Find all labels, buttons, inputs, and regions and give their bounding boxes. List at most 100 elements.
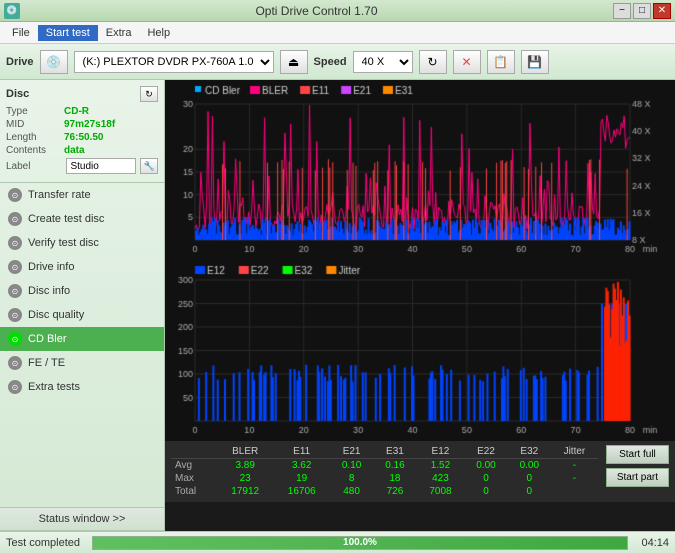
stats-cell: 1.52 <box>417 459 465 473</box>
stats-row-label: Avg <box>171 459 217 473</box>
app-icon: 💿 <box>4 3 20 19</box>
stats-area: BLER E11 E21 E31 E12 E22 E32 Jitter Avg3… <box>165 441 675 502</box>
menu-file[interactable]: File <box>4 25 38 41</box>
window-title: Opti Drive Control 1.70 <box>20 4 613 18</box>
chart1-canvas <box>165 80 675 260</box>
disc-label-icon-btn[interactable]: 🔧 <box>140 158 158 174</box>
stats-cell: 726 <box>373 485 416 498</box>
create-test-disc-icon: ⊙ <box>8 212 22 226</box>
disc-contents-label: Contents <box>6 145 64 156</box>
stats-cell: - <box>551 472 598 485</box>
minimize-button[interactable]: − <box>613 3 631 19</box>
col-bler: BLER <box>217 445 274 459</box>
drive-select[interactable]: (K:) PLEXTOR DVDR PX-760A 1.07 <box>74 51 274 73</box>
drive-label: Drive <box>6 56 34 68</box>
progress-percent: 100.0% <box>343 537 377 548</box>
stats-cell: 19 <box>273 472 330 485</box>
menu-extra[interactable]: Extra <box>98 25 140 41</box>
disc-info-icon: ⊙ <box>8 284 22 298</box>
stats-cell: 23 <box>217 472 274 485</box>
speed-label: Speed <box>314 56 347 68</box>
stats-cell: 3.89 <box>217 459 274 473</box>
window-controls: − □ ✕ <box>613 3 671 19</box>
toolbar: Drive 💿 (K:) PLEXTOR DVDR PX-760A 1.07 ⏏… <box>0 44 675 80</box>
time-display: 04:14 <box>634 537 669 549</box>
transfer-rate-icon: ⊙ <box>8 188 22 202</box>
sidebar-item-verify-test-disc-label: Verify test disc <box>28 237 99 249</box>
close-button[interactable]: ✕ <box>653 3 671 19</box>
disc-type-value: CD-R <box>64 106 89 117</box>
chart2-canvas <box>165 260 675 441</box>
disc-quality-icon: ⊙ <box>8 308 22 322</box>
col-jitter: Jitter <box>551 445 598 459</box>
sidebar-item-transfer-rate-label: Transfer rate <box>28 189 91 201</box>
col-e12: E12 <box>417 445 465 459</box>
cd-bler-icon: ⊙ <box>8 332 22 346</box>
disc-mid-value: 97m27s18f <box>64 119 115 130</box>
disc-mid-label: MID <box>6 119 64 130</box>
col-e22: E22 <box>464 445 507 459</box>
sidebar-item-create-test-disc-label: Create test disc <box>28 213 104 225</box>
sidebar-item-extra-tests-label: Extra tests <box>28 381 80 393</box>
stats-row-label: Max <box>171 472 217 485</box>
title-bar: 💿 Opti Drive Control 1.70 − □ ✕ <box>0 0 675 22</box>
sidebar-item-drive-info-label: Drive info <box>28 261 74 273</box>
sidebar-item-fe-te[interactable]: ⊙ FE / TE <box>0 351 164 375</box>
sidebar-item-transfer-rate[interactable]: ⊙ Transfer rate <box>0 183 164 207</box>
menu-help[interactable]: Help <box>139 25 178 41</box>
save-button[interactable]: 💾 <box>521 50 549 74</box>
col-e21: E21 <box>330 445 373 459</box>
disc-contents-value: data <box>64 145 85 156</box>
disc-length-label: Length <box>6 132 64 143</box>
disc-refresh-button[interactable]: ↻ <box>140 86 158 102</box>
sidebar-item-fe-te-label: FE / TE <box>28 357 65 369</box>
stats-table: BLER E11 E21 E31 E12 E22 E32 Jitter Avg3… <box>171 445 598 498</box>
sidebar-item-verify-test-disc[interactable]: ⊙ Verify test disc <box>0 231 164 255</box>
stats-cell: 0.00 <box>464 459 507 473</box>
sidebar-item-disc-info[interactable]: ⊙ Disc info <box>0 279 164 303</box>
stats-cell <box>551 485 598 498</box>
stats-cell: 423 <box>417 472 465 485</box>
drive-icon-btn[interactable]: 💿 <box>40 50 68 74</box>
progress-area: Test completed 100.0% 04:14 <box>0 531 675 553</box>
sidebar-menu: ⊙ Transfer rate ⊙ Create test disc ⊙ Ver… <box>0 183 164 507</box>
sidebar-item-disc-quality-label: Disc quality <box>28 309 84 321</box>
disc-type-label: Type <box>6 106 64 117</box>
stats-cell: 0 <box>464 472 507 485</box>
fe-te-icon: ⊙ <box>8 356 22 370</box>
stats-cell: 0 <box>508 472 551 485</box>
col-row-label <box>171 445 217 459</box>
start-full-button[interactable]: Start full <box>606 445 669 464</box>
copy-button[interactable]: 📋 <box>487 50 515 74</box>
sidebar: Disc ↻ Type CD-R MID 97m27s18f Length 76… <box>0 80 165 531</box>
stats-cell: 0 <box>508 485 551 498</box>
refresh-button[interactable]: ↻ <box>419 50 447 74</box>
status-window-button[interactable]: Status window >> <box>0 507 164 531</box>
sidebar-item-disc-quality[interactable]: ⊙ Disc quality <box>0 303 164 327</box>
disc-length-value: 76:50.50 <box>64 132 103 143</box>
sidebar-item-cd-bler-label: CD Bler <box>28 333 67 345</box>
maximize-button[interactable]: □ <box>633 3 651 19</box>
stats-cell: 7008 <box>417 485 465 498</box>
sidebar-item-create-test-disc[interactable]: ⊙ Create test disc <box>0 207 164 231</box>
menu-start-test[interactable]: Start test <box>38 25 98 41</box>
eject-button[interactable]: ⏏ <box>280 50 308 74</box>
stats-cell: 17912 <box>217 485 274 498</box>
sidebar-item-disc-info-label: Disc info <box>28 285 70 297</box>
speed-select[interactable]: 40 X <box>353 51 413 73</box>
col-e32: E32 <box>508 445 551 459</box>
progress-bar-container: 100.0% <box>92 536 628 550</box>
sidebar-item-cd-bler[interactable]: ⊙ CD Bler <box>0 327 164 351</box>
disc-label-input[interactable] <box>66 158 136 174</box>
menu-bar: File Start test Extra Help <box>0 22 675 44</box>
disc-label-label: Label <box>6 161 62 172</box>
sidebar-item-extra-tests[interactable]: ⊙ Extra tests <box>0 375 164 399</box>
drive-info-icon: ⊙ <box>8 260 22 274</box>
extra-tests-icon: ⊙ <box>8 380 22 394</box>
stats-tbody: Avg3.893.620.100.161.520.000.00-Max23198… <box>171 459 598 499</box>
main-content: BLER E11 E21 E31 E12 E22 E32 Jitter Avg3… <box>165 80 675 531</box>
clear-button[interactable]: ✕ <box>453 50 481 74</box>
sidebar-item-drive-info[interactable]: ⊙ Drive info <box>0 255 164 279</box>
stats-cell: 3.62 <box>273 459 330 473</box>
start-part-button[interactable]: Start part <box>606 468 669 487</box>
